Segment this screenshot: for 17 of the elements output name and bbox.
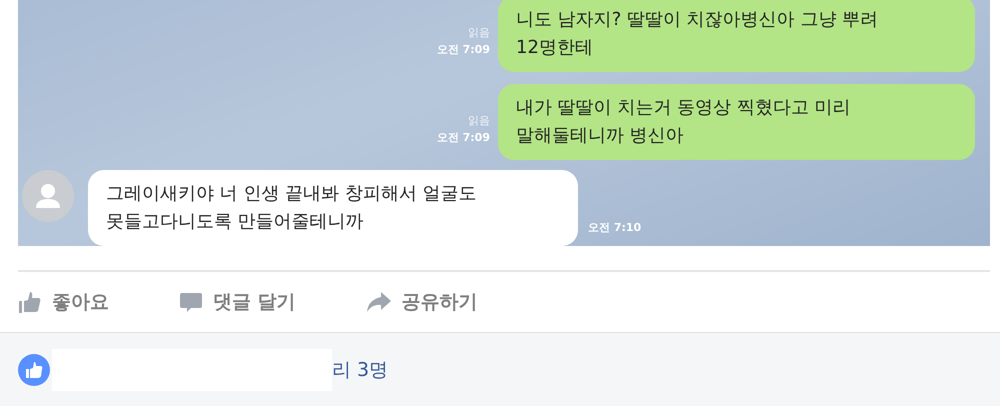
like-icon	[18, 354, 50, 386]
thumbs-up-icon	[18, 290, 42, 314]
action-button[interactable]: 좋아요	[18, 289, 109, 315]
read-receipt: 읽음	[468, 25, 490, 41]
avatar-icon	[22, 170, 74, 222]
action-button[interactable]: 공유하기	[366, 289, 478, 315]
read-receipt: 읽음	[468, 113, 490, 129]
action-button[interactable]: 댓글 달기	[179, 289, 296, 315]
message-bubble: 니도 남자지? 딸딸이 치잖아병신아 그냥 뿌려 12명한테	[498, 0, 975, 72]
share-arrow-icon	[366, 290, 392, 314]
speech-bubble-icon	[179, 290, 203, 314]
likes-link[interactable]: 리 3명	[332, 356, 388, 382]
message-time: 오전 7:09	[436, 42, 490, 58]
message-bubble: 그레이새키야 너 인생 끝내봐 창피해서 얼굴도 못들고다니도록 만들어줄테니까	[88, 170, 578, 246]
message-time: 오전 7:09	[436, 130, 490, 146]
message-bubble: 내가 딸딸이 치는거 동영상 찍혔다고 미리 말해둘테니까 병신아	[498, 84, 975, 160]
message-time: 오전 7:10	[588, 220, 642, 236]
